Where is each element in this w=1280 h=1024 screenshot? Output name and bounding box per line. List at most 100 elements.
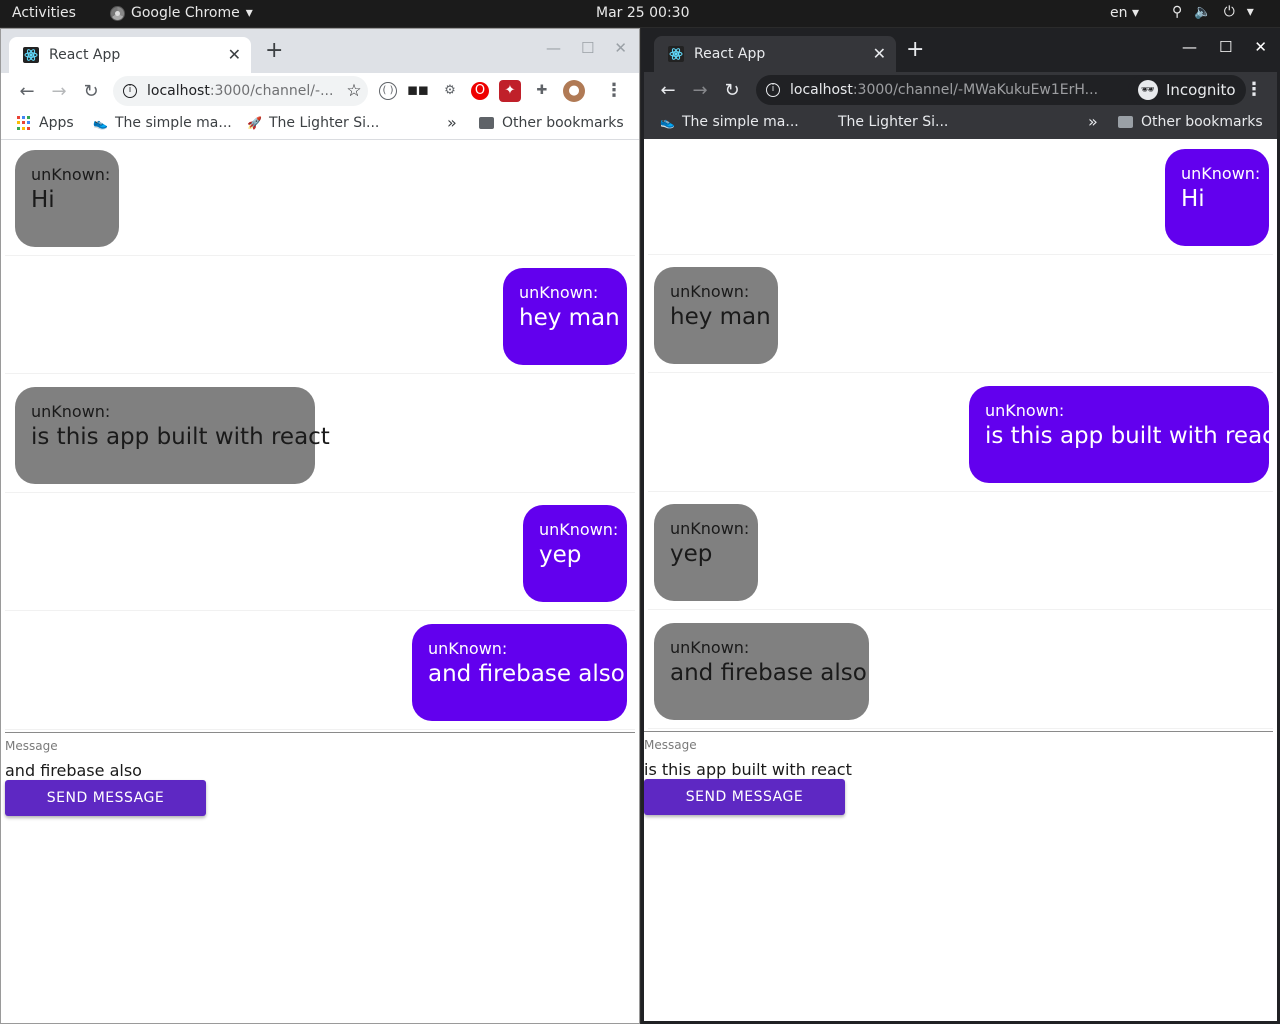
message-sender: unKnown: — [670, 519, 750, 538]
tab-react-app[interactable]: React App ✕ — [654, 36, 896, 72]
puzzle-extensions-icon[interactable]: ✚ — [531, 80, 553, 102]
message-bubble: unKnown: hey man — [654, 267, 778, 364]
extensions-area: ( ) ◼◼ ⚙ O ✦ ✚ ● — [379, 80, 585, 102]
activities-button[interactable]: Activities — [12, 5, 76, 21]
language-indicator[interactable]: en ▾ — [1110, 5, 1139, 21]
bookmark-label: Apps — [39, 115, 74, 131]
send-message-button[interactable]: SEND MESSAGE — [5, 780, 206, 816]
bookmark-other[interactable]: Other bookmarks — [479, 115, 624, 131]
forward-icon[interactable]: → — [684, 80, 716, 101]
tab-react-app[interactable]: React App ✕ — [9, 37, 251, 73]
message-text: yep — [539, 542, 582, 568]
close-tab-icon[interactable]: ✕ — [873, 44, 886, 63]
close-window-icon[interactable]: ✕ — [1254, 38, 1267, 56]
bookmark-lighter-si[interactable]: The Lighter Si... — [816, 114, 948, 130]
address-bar[interactable]: i localhost:3000/channel/-... ☆ — [113, 76, 368, 106]
message-text: and firebase also — [670, 660, 867, 686]
bookmark-label: The Lighter Si... — [269, 115, 380, 131]
bookmark-simple-ma[interactable]: 👟 The simple ma... — [660, 114, 799, 130]
mask-extension-icon[interactable]: ◼◼ — [407, 80, 429, 102]
maximize-icon[interactable]: ☐ — [581, 39, 594, 57]
message-input[interactable] — [644, 760, 1044, 779]
more-bookmarks-icon[interactable]: » — [447, 113, 457, 132]
profile-avatar[interactable]: ● — [563, 80, 585, 102]
message-sender: unKnown: — [31, 165, 111, 184]
message-sender: unKnown: — [670, 638, 750, 657]
browser-toolbar: ← → ↻ i localhost:3000/channel/-MWaKukuE… — [644, 72, 1277, 108]
address-bar[interactable]: i localhost:3000/channel/-MWaKukuEw1ErH.… — [756, 75, 1166, 105]
url-text[interactable]: localhost:3000/channel/-... — [147, 83, 340, 99]
reload-icon[interactable]: ↻ — [716, 80, 748, 101]
extension-icon[interactable]: ⚙ — [439, 80, 461, 102]
site-info-icon[interactable]: i — [123, 84, 137, 98]
close-tab-icon[interactable]: ✕ — [228, 45, 241, 64]
message-text: yep — [670, 541, 713, 567]
caret-down-icon: ▾ — [245, 5, 253, 21]
message-row: unKnown: Hi — [648, 139, 1273, 255]
system-tray[interactable]: ⚲ 🔈 ⏻ ▾ — [1172, 4, 1254, 20]
back-icon[interactable]: ← — [11, 81, 43, 102]
minimize-icon[interactable]: — — [1182, 38, 1197, 56]
folder-icon — [479, 117, 494, 129]
message-sender: unKnown: — [519, 283, 599, 302]
new-tab-button[interactable]: + — [265, 40, 283, 62]
message-bubble: unKnown: is this app built with react — [15, 387, 330, 484]
message-row: unKnown: yep — [5, 495, 635, 611]
clock[interactable]: Mar 25 00:30 — [596, 5, 689, 21]
message-bubble: unKnown: is this app built with react — [969, 386, 1277, 483]
tab-strip: React App ✕ + — ☐ ✕ — [644, 28, 1277, 72]
apps-grid-icon — [17, 116, 31, 130]
send-message-button[interactable]: SEND MESSAGE — [644, 779, 845, 815]
language-label: en — [1110, 5, 1128, 21]
back-icon[interactable]: ← — [652, 80, 684, 101]
app-menu[interactable]: Google Chrome ▾ — [110, 5, 253, 21]
bookmark-label: The simple ma... — [682, 114, 799, 130]
message-text: and firebase also — [428, 661, 625, 687]
react-logo-icon — [668, 46, 684, 62]
more-bookmarks-icon[interactable]: » — [1088, 112, 1098, 131]
url-path: :3000/channel/-... — [209, 83, 334, 99]
maximize-icon[interactable]: ☐ — [1219, 38, 1232, 56]
extension-icon[interactable]: ✦ — [499, 80, 521, 102]
message-bubble: unKnown: and firebase also — [412, 624, 627, 721]
site-info-icon[interactable]: i — [766, 83, 780, 97]
app-menu-label: Google Chrome — [131, 5, 240, 21]
reload-icon[interactable]: ↻ — [75, 81, 107, 102]
message-field: Message — [644, 731, 1273, 783]
bookmark-simple-ma[interactable]: 👟 The simple ma... — [93, 115, 232, 131]
browser-toolbar: ← → ↻ i localhost:3000/channel/-... ☆ ( … — [1, 73, 639, 109]
chat-page: unKnown: Hi unKnown: hey man unKnown: is… — [1, 140, 639, 1023]
close-window-icon[interactable]: ✕ — [614, 39, 627, 57]
message-bubble: unKnown: Hi — [15, 150, 119, 247]
incognito-icon: 🕶 — [1138, 80, 1158, 100]
menu-icon[interactable]: ⋮ — [605, 80, 623, 101]
message-input[interactable] — [5, 761, 405, 780]
bookmark-label: The Lighter Si... — [838, 114, 949, 130]
url-text[interactable]: localhost:3000/channel/-MWaKukuEw1ErH... — [790, 82, 1138, 98]
new-tab-button[interactable]: + — [906, 39, 924, 61]
bookmark-star-icon[interactable]: ☆ — [340, 81, 368, 101]
shoe-icon: 👟 — [660, 115, 675, 129]
message-bubble: unKnown: yep — [654, 504, 758, 601]
message-bubble: unKnown: Hi — [1165, 149, 1269, 246]
message-bubble: unKnown: and firebase also — [654, 623, 869, 720]
message-row: unKnown: is this app built with react — [5, 377, 635, 493]
react-logo-icon — [23, 47, 39, 63]
network-icon: ⚲ — [1172, 4, 1183, 20]
url-host: localhost — [147, 83, 210, 99]
message-row: unKnown: hey man — [5, 258, 635, 374]
extension-icon[interactable]: ( ) — [379, 82, 397, 100]
chrome-window-incognito: React App ✕ + — ☐ ✕ ← → ↻ i localhost:30… — [641, 28, 1280, 1024]
incognito-indicator[interactable]: 🕶 Incognito — [1128, 75, 1246, 105]
forward-icon[interactable]: → — [43, 81, 75, 102]
power-icon: ⏻ — [1223, 4, 1235, 20]
tab-title: React App — [49, 47, 121, 63]
bookmark-other[interactable]: Other bookmarks — [1118, 114, 1263, 130]
message-field-label: Message — [5, 739, 58, 753]
bookmark-apps[interactable]: Apps — [17, 115, 74, 131]
message-text: hey man — [670, 304, 771, 330]
bookmark-lighter-si[interactable]: 🚀 The Lighter Si... — [247, 115, 379, 131]
menu-icon[interactable]: ⋮ — [1245, 79, 1263, 100]
minimize-icon[interactable]: — — [546, 39, 561, 57]
opera-extension-icon[interactable]: O — [471, 82, 489, 100]
